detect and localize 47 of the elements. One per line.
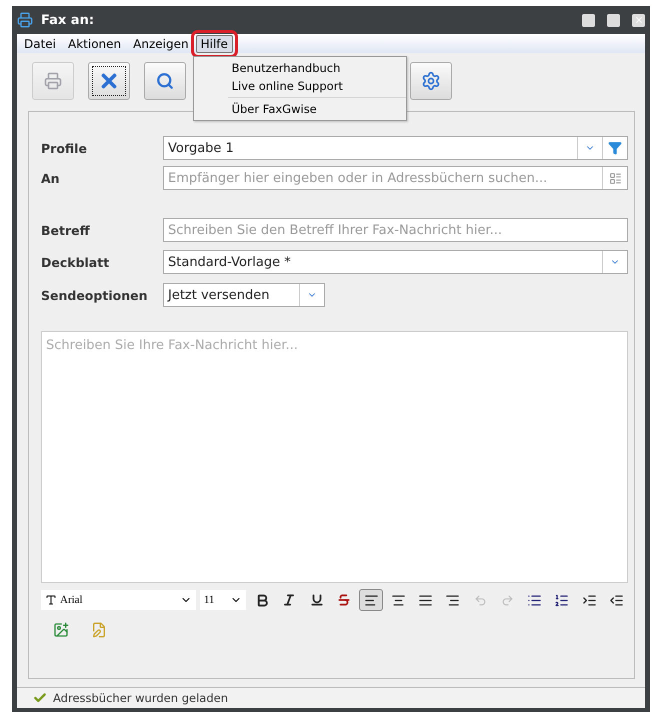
italic-icon [282, 593, 296, 607]
bullet-list-icon [527, 592, 542, 608]
pen-document-icon [91, 622, 107, 638]
check-icon [33, 691, 47, 705]
profile-select[interactable]: Vorgabe 1 [163, 136, 628, 160]
menu-option[interactable]: Live online Support [194, 76, 406, 94]
menu-item[interactable]: Aktionen [63, 34, 126, 52]
font-select[interactable]: Arial [41, 590, 196, 610]
list-icon [608, 172, 622, 184]
editor-placeholder: Schreiben Sie Ihre Fax-Nachricht hier... [46, 338, 298, 353]
align-icon [390, 592, 406, 608]
strikethrough-icon [336, 593, 351, 607]
font-icon [45, 594, 57, 606]
field-label: An [41, 170, 61, 186]
align-left-button[interactable] [359, 589, 383, 611]
menu-option[interactable]: Benutzerhandbuch [194, 58, 406, 76]
field-label: Betreff [41, 222, 91, 238]
field-label: Profile [41, 140, 88, 156]
status-text: Adressbücher wurden geladen [53, 691, 228, 705]
search-icon [156, 72, 174, 90]
field-label: Sendeoptionen [41, 288, 148, 302]
field-label: Deckblatt [41, 254, 110, 270]
maximize-icon[interactable] [607, 14, 620, 26]
undo-icon [474, 594, 487, 606]
cover-select[interactable]: Standard-Vorlage * [163, 250, 628, 274]
settings-icon [421, 71, 441, 91]
minimize-icon[interactable] [582, 14, 595, 26]
filter-icon [608, 141, 622, 155]
align-icon [418, 592, 434, 608]
numbered-list-icon [554, 592, 570, 608]
menu-option[interactable]: Über FaxGwise [194, 100, 406, 118]
menu-item[interactable]: Anzeigen [128, 34, 194, 52]
indent-icon [582, 592, 597, 608]
size-select[interactable]: 11 [200, 590, 246, 610]
align-icon [445, 592, 460, 608]
window-title: Fax an: [41, 12, 96, 28]
align-icon [364, 592, 379, 608]
menu-item[interactable]: Datei [19, 34, 62, 52]
underline-icon [310, 593, 324, 607]
redo-icon [500, 594, 514, 606]
image-plus-icon [53, 622, 69, 638]
close-icon[interactable] [632, 14, 645, 26]
send-select[interactable]: Jetzt versenden [163, 283, 325, 307]
outdent-icon [608, 592, 624, 608]
fax-icon [44, 72, 62, 90]
fax-icon [17, 12, 33, 28]
toolbar-button[interactable] [88, 62, 130, 100]
